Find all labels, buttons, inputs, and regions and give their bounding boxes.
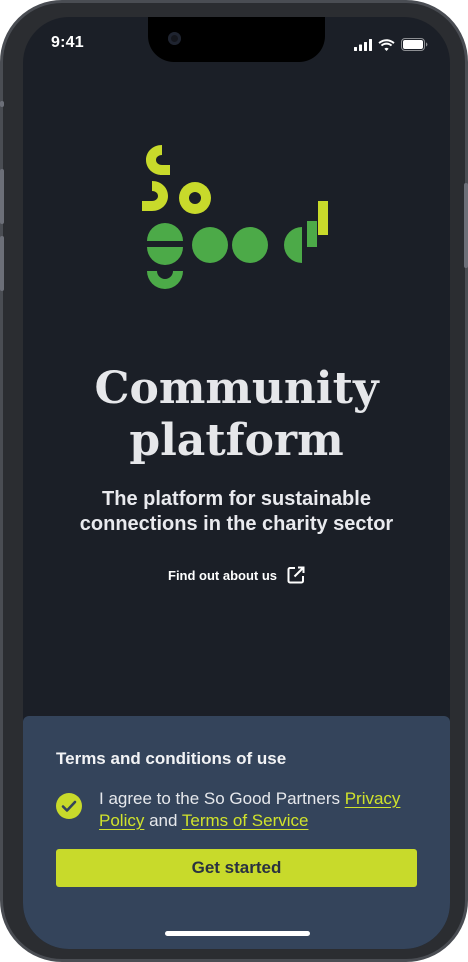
app-screen: 9:41 Community platform The platform for… <box>23 17 450 949</box>
get-started-button[interactable]: Get started <box>56 849 417 887</box>
checkmark-icon <box>61 800 77 812</box>
page-title-line-1: Community <box>94 363 379 414</box>
external-link-icon <box>287 566 305 584</box>
camera-icon <box>168 32 181 45</box>
power-button <box>464 183 468 268</box>
status-time: 9:41 <box>51 34 84 51</box>
page-subtitle-line-2: connections in the charity sector <box>79 513 394 535</box>
page-subtitle-line-1: The platform for sustainable <box>102 488 371 510</box>
terms-of-service-link[interactable]: Terms of Service <box>182 811 309 830</box>
terms-panel: Terms and conditions of use I agree to t… <box>23 716 450 949</box>
terms-title: Terms and conditions of use <box>56 749 287 768</box>
wifi-icon <box>378 39 395 51</box>
so-good-logo <box>142 145 328 289</box>
status-bar: 9:41 <box>23 17 450 69</box>
agree-text: I agree to the So Good Partners Privacy … <box>99 788 419 832</box>
battery-icon <box>401 38 428 51</box>
find-out-about-us-link[interactable]: Find out about us <box>168 565 306 585</box>
home-indicator[interactable] <box>165 931 310 936</box>
status-icons <box>354 38 428 51</box>
page-title-line-2: platform <box>129 415 344 466</box>
page-title: Community platform <box>23 363 450 467</box>
volume-down-button <box>0 236 4 291</box>
agree-checkbox[interactable] <box>56 793 82 819</box>
agree-and: and <box>144 811 182 830</box>
side-button <box>0 101 4 107</box>
notch <box>148 17 325 62</box>
phone-frame: 9:41 Community platform The platform for… <box>0 0 468 962</box>
volume-up-button <box>0 169 4 224</box>
cellular-signal-icon <box>354 39 372 51</box>
agree-prefix: I agree to the So Good Partners <box>99 789 345 808</box>
page-subtitle: The platform for sustainable connections… <box>23 487 450 537</box>
find-out-about-us-label: Find out about us <box>168 567 278 583</box>
